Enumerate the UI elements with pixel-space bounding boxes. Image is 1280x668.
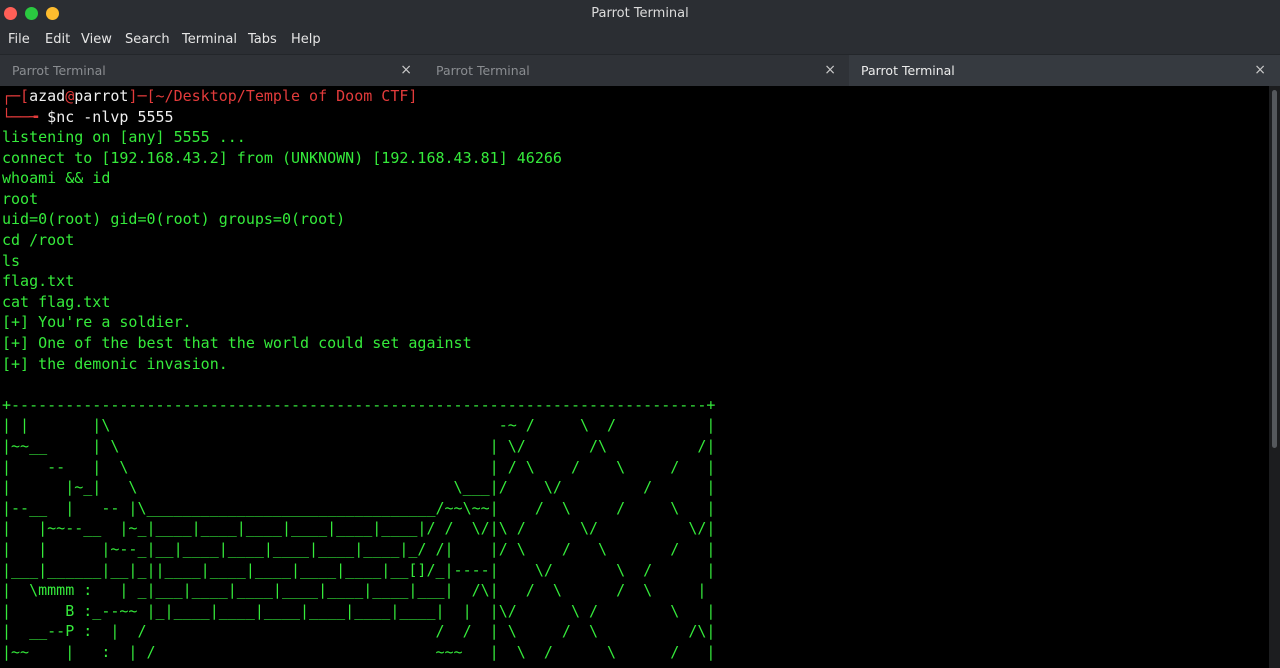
- prompt-path: ~/Desktop/Temple of Doom CTF: [155, 87, 409, 105]
- prompt-user: azad: [29, 87, 66, 105]
- output-line: [+] the demonic invasion.: [2, 354, 228, 373]
- output-line: | \mmmm : | _|___|____|____|____|____|__…: [2, 581, 707, 600]
- terminal-scrollbar[interactable]: [1269, 86, 1280, 668]
- menu-tabs[interactable]: Tabs: [248, 28, 277, 52]
- output-line: | |~_| \ \___|/ \/ / |: [2, 478, 716, 497]
- prompt-host: parrot: [74, 87, 129, 105]
- output-line: | |~~--__ |~_|____|____|____|____|____|_…: [2, 519, 716, 538]
- output-line: cd /root: [2, 231, 75, 249]
- close-icon[interactable]: ×: [824, 55, 836, 86]
- output-line: | | |\ -~ / \ / |: [2, 416, 716, 435]
- output-line: ls: [2, 251, 21, 270]
- output-line: |~~__ | \ | \/ /\ /|: [2, 437, 716, 455]
- menu-file[interactable]: File: [8, 28, 30, 52]
- prompt-line-2: └──╼ $nc -nlvp 5555: [2, 108, 174, 126]
- menu-bar: File Edit View Search Terminal Tabs Help: [0, 28, 1280, 55]
- title-bar: Parrot Terminal: [0, 0, 1280, 28]
- tab-label: Parrot Terminal: [436, 63, 530, 78]
- output-line: listening on [any] 5555 ...: [2, 128, 246, 146]
- output-line: +---------------------------------------…: [2, 395, 716, 414]
- terminal-output[interactable]: ┌─[azad@parrot]─[~/Desktop/Temple of Doo…: [0, 86, 1268, 668]
- menu-edit[interactable]: Edit: [45, 28, 70, 52]
- output-line: root: [2, 189, 39, 208]
- prompt-line-1: ┌─[azad@parrot]─[~/Desktop/Temple of Doo…: [2, 87, 418, 105]
- output-line: [+] You're a soldier.: [2, 313, 192, 332]
- output-line: cat flag.txt: [2, 292, 111, 311]
- tab-2[interactable]: Parrot Terminal ×: [424, 55, 850, 86]
- output-line: [+] One of the best that the world could…: [2, 334, 472, 352]
- menu-terminal[interactable]: Terminal: [182, 28, 237, 52]
- close-icon[interactable]: ×: [1254, 55, 1266, 86]
- output-line: | | |~--_|__|____|____|____|____|____|_/…: [2, 540, 716, 558]
- command-text: nc -nlvp 5555: [56, 108, 174, 126]
- output-line: whoami && id: [2, 169, 111, 188]
- scrollbar-thumb[interactable]: [1272, 90, 1277, 448]
- prompt-symbol: $: [47, 108, 57, 126]
- tab-label: Parrot Terminal: [12, 63, 106, 78]
- output-line: | __--P : | / / / | \ / \ /\|: [2, 622, 716, 641]
- output-line: | -- | \ | / \ / \ / |: [2, 457, 716, 476]
- window-title: Parrot Terminal: [591, 6, 689, 21]
- output-line: connect to [192.168.43.2] from (UNKNOWN)…: [2, 148, 562, 167]
- tab-label: Parrot Terminal: [861, 63, 955, 78]
- tab-3-active[interactable]: Parrot Terminal ×: [849, 55, 1280, 86]
- output-line: |~~ | : | / ~~~ | \ / \ / |: [2, 643, 716, 661]
- tab-1[interactable]: Parrot Terminal ×: [0, 55, 426, 86]
- prompt-at: @: [65, 87, 75, 105]
- output-line: |--__ | -- |\___________________________…: [2, 498, 716, 517]
- output-line: | B :_--~~ |_|____|____|____|____|____|_…: [2, 601, 716, 620]
- menu-view[interactable]: View: [81, 28, 112, 52]
- menu-search[interactable]: Search: [125, 28, 170, 52]
- tab-bar: Parrot Terminal × Parrot Terminal × Parr…: [0, 55, 1280, 86]
- output-line: flag.txt: [2, 272, 75, 291]
- output-line: uid=0(root) gid=0(root) groups=0(root): [2, 210, 346, 229]
- menu-help[interactable]: Help: [291, 28, 321, 52]
- output-line: |___|______|__|_||____|____|____|____|__…: [2, 560, 716, 579]
- close-icon[interactable]: ×: [400, 55, 412, 86]
